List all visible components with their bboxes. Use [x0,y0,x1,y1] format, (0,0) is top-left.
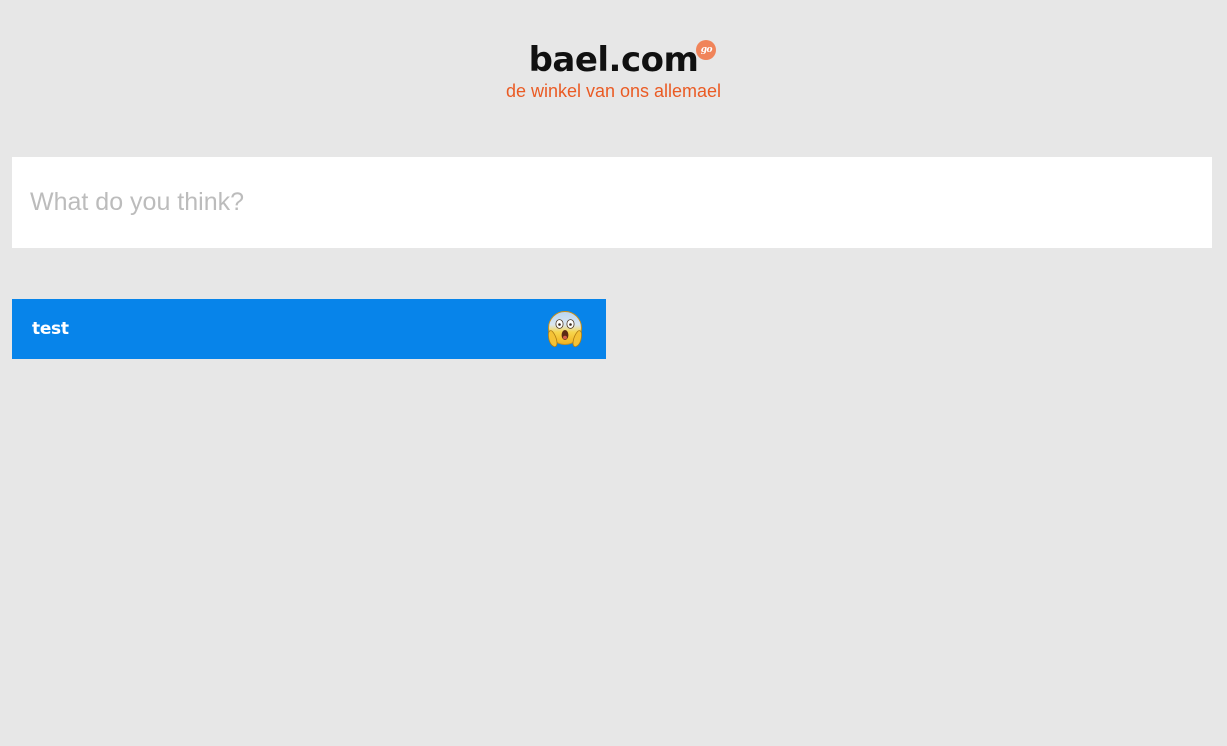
list-item-test[interactable]: test [12,299,606,359]
list-item-label: test [32,319,69,339]
face-screaming-in-fear-icon [548,311,582,348]
logo-badge-icon: go [696,40,717,60]
feedback-input[interactable] [12,157,1212,248]
logo-text: bael.com [528,40,699,80]
feedback-input-container [12,157,1212,248]
logo-wordmark: bael.com go [528,38,717,82]
logo: bael.com go de winkel van ons allemael [0,38,1227,102]
logo-tagline: de winkel van ons allemael [505,81,722,101]
